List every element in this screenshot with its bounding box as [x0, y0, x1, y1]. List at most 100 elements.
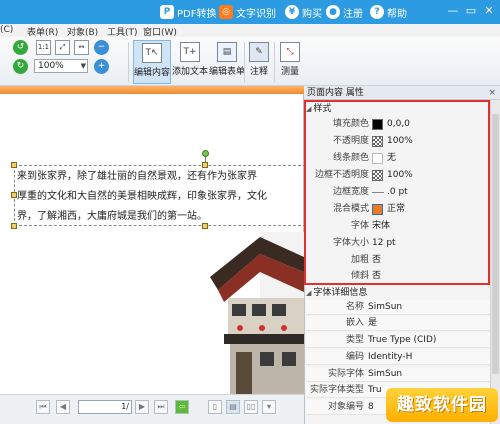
next-page-icon[interactable]: ▶ — [135, 400, 149, 414]
row-value: 否 — [372, 255, 382, 265]
rotate-handle[interactable] — [202, 150, 209, 157]
font-row[interactable]: 字体 宋体 — [306, 218, 486, 235]
add-text-icon: T+ — [180, 42, 200, 62]
actual-font-row[interactable]: 实际字体 SimSun — [306, 367, 492, 382]
ocr-label: 文字识别 — [236, 8, 276, 20]
zoom-in-icon[interactable]: + — [94, 59, 109, 74]
line-color-row[interactable]: 线条颜色 无 — [306, 150, 486, 167]
last-page-icon[interactable]: ⏭ — [154, 400, 168, 414]
building-photo — [210, 232, 304, 394]
font-size-row[interactable]: 字体大小 12 pt — [306, 235, 486, 252]
zoom-select[interactable]: 100% ▼ — [34, 59, 88, 73]
fit-width-icon[interactable]: ↔ — [74, 40, 89, 55]
style-section-title: 样式 — [313, 104, 332, 114]
page-number-input[interactable]: 1/ — [78, 400, 132, 414]
go-back-icon[interactable]: ⇦ — [175, 400, 189, 414]
minimize-icon[interactable]: — — [446, 4, 460, 18]
actual-size-icon[interactable]: 1:1 — [36, 40, 51, 55]
row-label: 混合模式 — [332, 204, 369, 214]
buy-button[interactable]: ¥ 购买 — [285, 4, 322, 20]
font-name-row[interactable]: 名称 SimSun — [306, 300, 492, 315]
style-section-header[interactable]: ◢ 样式 — [306, 103, 331, 115]
scrollbar-thumb[interactable] — [492, 114, 499, 374]
buy-label: 购买 — [302, 8, 322, 20]
watermark-logo: 趣致软件园 — [386, 388, 498, 422]
ocr-icon: ◎ — [219, 5, 233, 19]
row-value: 否 — [372, 271, 382, 281]
row-label: 倾斜 — [350, 271, 369, 281]
edit-form-label: 编辑表单 — [209, 67, 246, 77]
edit-content-label: 编辑内容 — [134, 68, 171, 78]
fit-page-icon[interactable]: ⤢ — [55, 40, 70, 55]
register-label: 注册 — [343, 8, 363, 20]
maximize-icon[interactable]: ▭ — [464, 4, 478, 18]
single-page-icon[interactable]: ▯ — [208, 400, 222, 414]
continuous-page-icon[interactable]: ▤ — [226, 400, 240, 414]
opacity-swatch[interactable] — [372, 136, 383, 147]
row-label: 编码 — [345, 352, 364, 362]
pdf-convert-button[interactable]: P PDF转换 — [160, 4, 216, 20]
help-button[interactable]: ? 帮助 — [370, 4, 407, 20]
row-label: 不透明度 — [332, 136, 369, 146]
annotate-label: 注释 — [249, 67, 268, 77]
menu-item-edit[interactable]: (C) — [0, 25, 13, 35]
embedded-row[interactable]: 嵌入 是 — [306, 316, 492, 331]
close-icon[interactable]: ✕ — [482, 4, 496, 18]
text-line: 来到张家界，除了雄壮丽的自然景观，还有作为张家界 — [17, 171, 257, 182]
bold-row[interactable]: 加粗 否 — [306, 252, 486, 269]
pdf-convert-label: PDF转换 — [177, 8, 217, 20]
edit-content-button[interactable]: T↖ 编辑内容 — [133, 40, 171, 84]
row-value: 0,0,0 — [387, 119, 410, 129]
chevron-down-icon: ▼ — [80, 62, 86, 70]
row-value: .0 pt — [387, 187, 408, 197]
register-button[interactable]: ● 注册 — [326, 4, 363, 20]
row-value: 12 pt — [372, 238, 396, 248]
redo-icon[interactable]: ↻ — [13, 59, 28, 74]
row-value: 宋体 — [372, 221, 391, 231]
ocr-button[interactable]: ◎ 文字识别 — [219, 4, 276, 20]
zoom-value: 100% — [38, 61, 64, 71]
text-line: 厚重的文化和大自然的美景相映成辉，印象张家界，文化 — [17, 191, 267, 202]
row-label: 边框不透明度 — [314, 170, 369, 180]
view-options-icon[interactable]: ▾ — [262, 400, 276, 414]
document-text[interactable]: 来到张家界，除了雄壮丽的自然景观，还有作为张家界 厚重的文化和大自然的美景相映成… — [17, 167, 304, 227]
font-type-row[interactable]: 类型 True Type (CID) — [306, 333, 492, 348]
border-opacity-row[interactable]: 边框不透明度 100% — [306, 167, 486, 184]
row-label: 字体大小 — [332, 238, 369, 248]
border-width-row[interactable]: 边框宽度 .0 pt — [306, 184, 486, 201]
annotate-button[interactable]: ✎ 注释 — [247, 40, 271, 84]
add-text-button[interactable]: T+ 添加文本 — [172, 40, 208, 84]
font-details-section-header[interactable]: ◢ 字体详细信息 — [306, 287, 367, 299]
row-label: 嵌入 — [345, 318, 364, 328]
page-number: 1/ — [121, 402, 129, 411]
fill-color-swatch[interactable] — [372, 119, 383, 130]
undo-icon[interactable]: ↺ — [13, 40, 28, 55]
two-page-icon[interactable]: ▯▯ — [244, 400, 258, 414]
fill-color-row[interactable]: 填充颜色 0,0,0 — [306, 116, 486, 133]
first-page-icon[interactable]: ⏮ — [36, 400, 50, 414]
row-value: 100% — [387, 170, 413, 180]
blend-mode-row[interactable]: 混合模式 正常 — [306, 201, 486, 218]
encoding-row[interactable]: 编码 Identity-H — [306, 350, 492, 365]
italic-row[interactable]: 倾斜 否 — [306, 268, 486, 285]
row-label: 对象编号 — [327, 402, 364, 412]
close-icon[interactable]: × — [488, 86, 496, 100]
measure-button[interactable]: ⤡ 测量 — [278, 40, 302, 84]
annotate-icon: ✎ — [249, 42, 269, 62]
line-color-swatch[interactable] — [372, 153, 383, 164]
row-value: 无 — [387, 153, 397, 163]
edit-content-icon: T↖ — [142, 43, 162, 63]
panel-scrollbar[interactable] — [490, 100, 500, 424]
row-value: 正常 — [387, 204, 406, 214]
row-label: 边框宽度 — [332, 187, 369, 197]
blend-mode-icon — [372, 204, 383, 215]
border-opacity-swatch[interactable] — [372, 170, 383, 181]
opacity-row[interactable]: 不透明度 100% — [306, 133, 486, 150]
row-value: 100% — [387, 136, 413, 146]
previous-page-icon[interactable]: ◀ — [56, 400, 70, 414]
add-text-label: 添加文本 — [172, 67, 209, 77]
edit-form-button[interactable]: ▤ 编辑表单 — [209, 40, 245, 84]
zoom-out-icon[interactable]: − — [94, 40, 109, 55]
font-details-section-title: 字体详细信息 — [313, 288, 368, 298]
panel-title: 页面内容 属性 — [307, 88, 364, 98]
